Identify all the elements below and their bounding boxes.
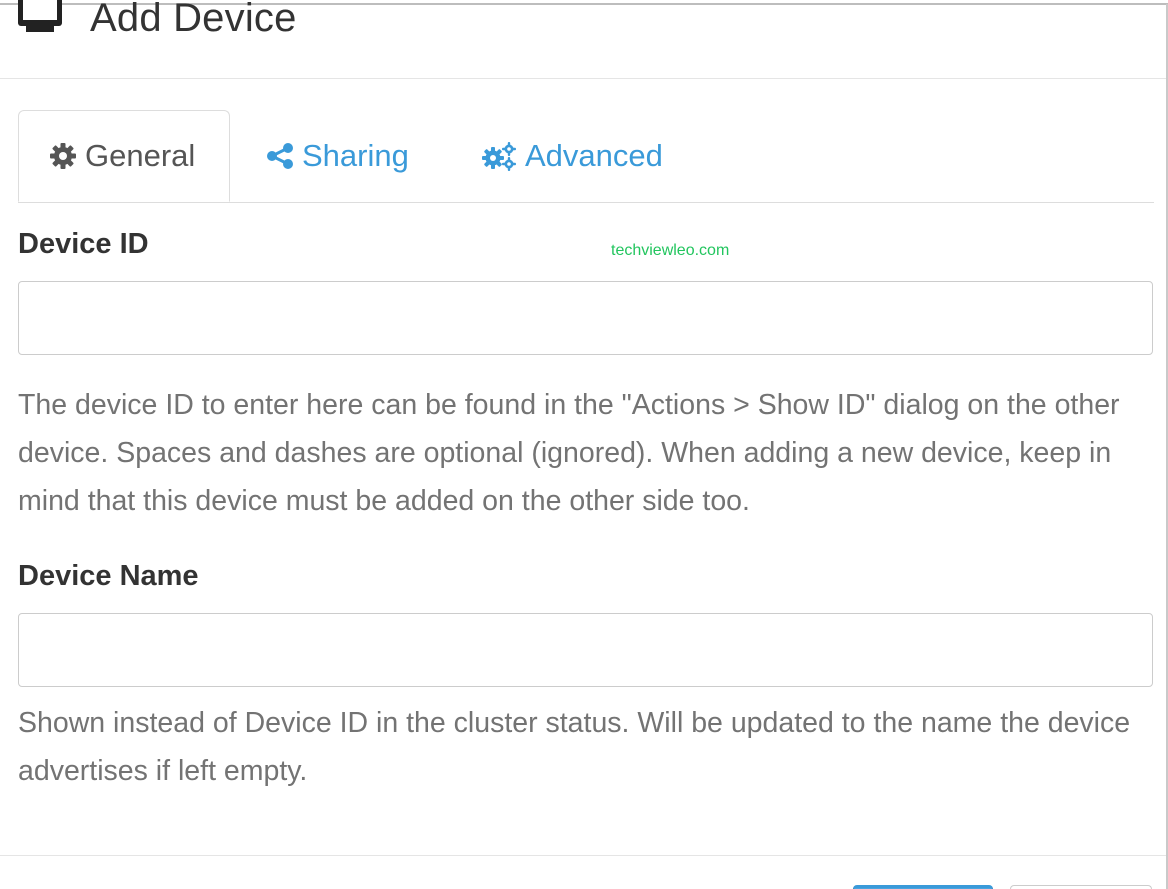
dialog-title: Add Device xyxy=(90,0,297,40)
tab-bar: General Sharing Advanced xyxy=(18,110,1154,203)
watermark-text: techviewleo.com xyxy=(611,242,730,259)
device-name-label: Device Name xyxy=(18,560,199,592)
desktop-icon xyxy=(18,0,62,36)
add-device-dialog: Add Device General Sharing Advanced Devi… xyxy=(0,0,1168,889)
dialog-footer-divider xyxy=(0,855,1166,856)
gear-icon xyxy=(49,142,77,170)
device-id-help-text: The device ID to enter here can be found… xyxy=(18,389,1120,517)
device-id-label: Device ID xyxy=(18,228,149,260)
device-id-input[interactable] xyxy=(18,281,1153,355)
tab-sharing-label: Sharing xyxy=(302,137,409,173)
dialog-header: Add Device xyxy=(0,0,1166,79)
tab-general[interactable]: General xyxy=(18,110,230,202)
tab-sharing[interactable]: Sharing xyxy=(266,110,409,201)
cogs-icon xyxy=(481,141,517,171)
save-button[interactable] xyxy=(853,885,993,889)
tab-advanced[interactable]: Advanced xyxy=(481,110,663,201)
close-button[interactable] xyxy=(1010,885,1152,889)
device-name-help-text: Shown instead of Device ID in the cluste… xyxy=(18,707,1131,787)
tab-advanced-label: Advanced xyxy=(525,137,663,173)
tab-general-label: General xyxy=(85,138,196,173)
device-name-input[interactable] xyxy=(18,613,1153,687)
share-icon xyxy=(266,142,294,170)
